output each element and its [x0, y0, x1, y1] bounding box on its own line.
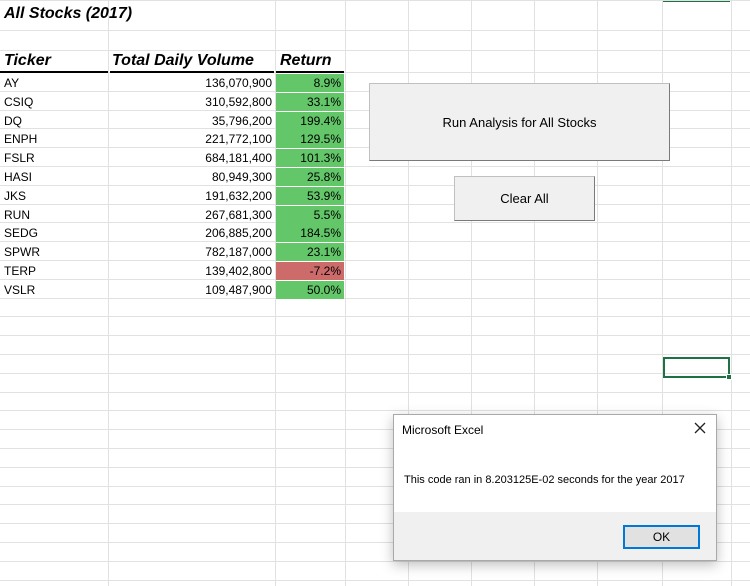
return-cell[interactable]: 101.3%	[276, 149, 344, 167]
header-underline	[110, 71, 274, 73]
ticker-header: Ticker	[4, 52, 51, 69]
ticker-cell[interactable]: ENPH	[4, 130, 104, 148]
volume-cell[interactable]: 35,796,200	[110, 112, 274, 130]
row-gridline	[0, 580, 750, 581]
volume-header: Total Daily Volume	[112, 52, 254, 69]
dialog-message: This code ran in 8.203125E-02 seconds fo…	[404, 474, 685, 486]
ticker-cell[interactable]: AY	[4, 74, 104, 92]
sheet-title: All Stocks (2017)	[4, 5, 133, 22]
column-gridline	[731, 0, 732, 586]
return-cell[interactable]: 53.9%	[276, 187, 344, 205]
row-gridline	[0, 373, 750, 374]
return-cell[interactable]: 23.1%	[276, 243, 344, 261]
return-cell[interactable]: 5.5%	[276, 206, 344, 224]
return-cell[interactable]: 184.5%	[276, 224, 344, 242]
ticker-cell[interactable]: CSIQ	[4, 93, 104, 111]
ticker-cell[interactable]: DQ	[4, 112, 104, 130]
volume-cell[interactable]: 191,632,200	[110, 187, 274, 205]
volume-cell[interactable]: 109,487,900	[110, 281, 274, 299]
volume-cell[interactable]: 80,949,300	[110, 168, 274, 186]
return-cell[interactable]: 25.8%	[276, 168, 344, 186]
return-cell[interactable]: 199.4%	[276, 112, 344, 130]
ticker-cell[interactable]: HASI	[4, 168, 104, 186]
ticker-cell[interactable]: VSLR	[4, 281, 104, 299]
volume-cell[interactable]: 310,592,800	[110, 93, 274, 111]
volume-cell[interactable]: 206,885,200	[110, 224, 274, 242]
row-gridline	[0, 316, 750, 317]
ticker-cell[interactable]: FSLR	[4, 149, 104, 167]
ticker-cell[interactable]: SPWR	[4, 243, 104, 261]
return-header: Return	[280, 52, 332, 69]
row-gridline	[0, 410, 750, 411]
active-cell-selection[interactable]	[663, 357, 730, 378]
column-gridline	[108, 0, 109, 586]
row-gridline	[0, 561, 750, 562]
row-gridline	[0, 392, 750, 393]
return-cell[interactable]: 33.1%	[276, 93, 344, 111]
volume-cell[interactable]: 139,402,800	[110, 262, 274, 280]
ticker-cell[interactable]: RUN	[4, 206, 104, 224]
ticker-cell[interactable]: TERP	[4, 262, 104, 280]
header-underline	[0, 71, 108, 73]
return-cell[interactable]: 50.0%	[276, 281, 344, 299]
volume-cell[interactable]: 221,772,100	[110, 130, 274, 148]
return-cell[interactable]: 129.5%	[276, 130, 344, 148]
row-gridline	[0, 354, 750, 355]
ok-button[interactable]: OK	[623, 525, 700, 549]
volume-cell[interactable]: 684,181,400	[110, 149, 274, 167]
ticker-cell[interactable]: SEDG	[4, 224, 104, 242]
row-gridline	[0, 335, 750, 336]
row-gridline	[0, 0, 750, 1]
row-gridline	[0, 30, 750, 31]
volume-cell[interactable]: 136,070,900	[110, 74, 274, 92]
volume-cell[interactable]: 782,187,000	[110, 243, 274, 261]
dialog-footer: OK	[394, 512, 716, 560]
dialog-title: Microsoft Excel	[402, 423, 484, 437]
header-underline	[276, 71, 344, 73]
return-cell[interactable]: 8.9%	[276, 74, 344, 92]
close-icon[interactable]	[692, 420, 708, 436]
volume-cell[interactable]: 267,681,300	[110, 206, 274, 224]
column-gridline	[345, 0, 346, 586]
run-analysis-button[interactable]: Run Analysis for All Stocks	[369, 83, 670, 161]
clear-all-button[interactable]: Clear All	[454, 176, 595, 221]
ticker-cell[interactable]: JKS	[4, 187, 104, 205]
message-box-dialog: Microsoft Excel This code ran in 8.20312…	[393, 414, 717, 561]
fill-handle[interactable]	[726, 374, 732, 380]
return-cell[interactable]: -7.2%	[276, 262, 344, 280]
